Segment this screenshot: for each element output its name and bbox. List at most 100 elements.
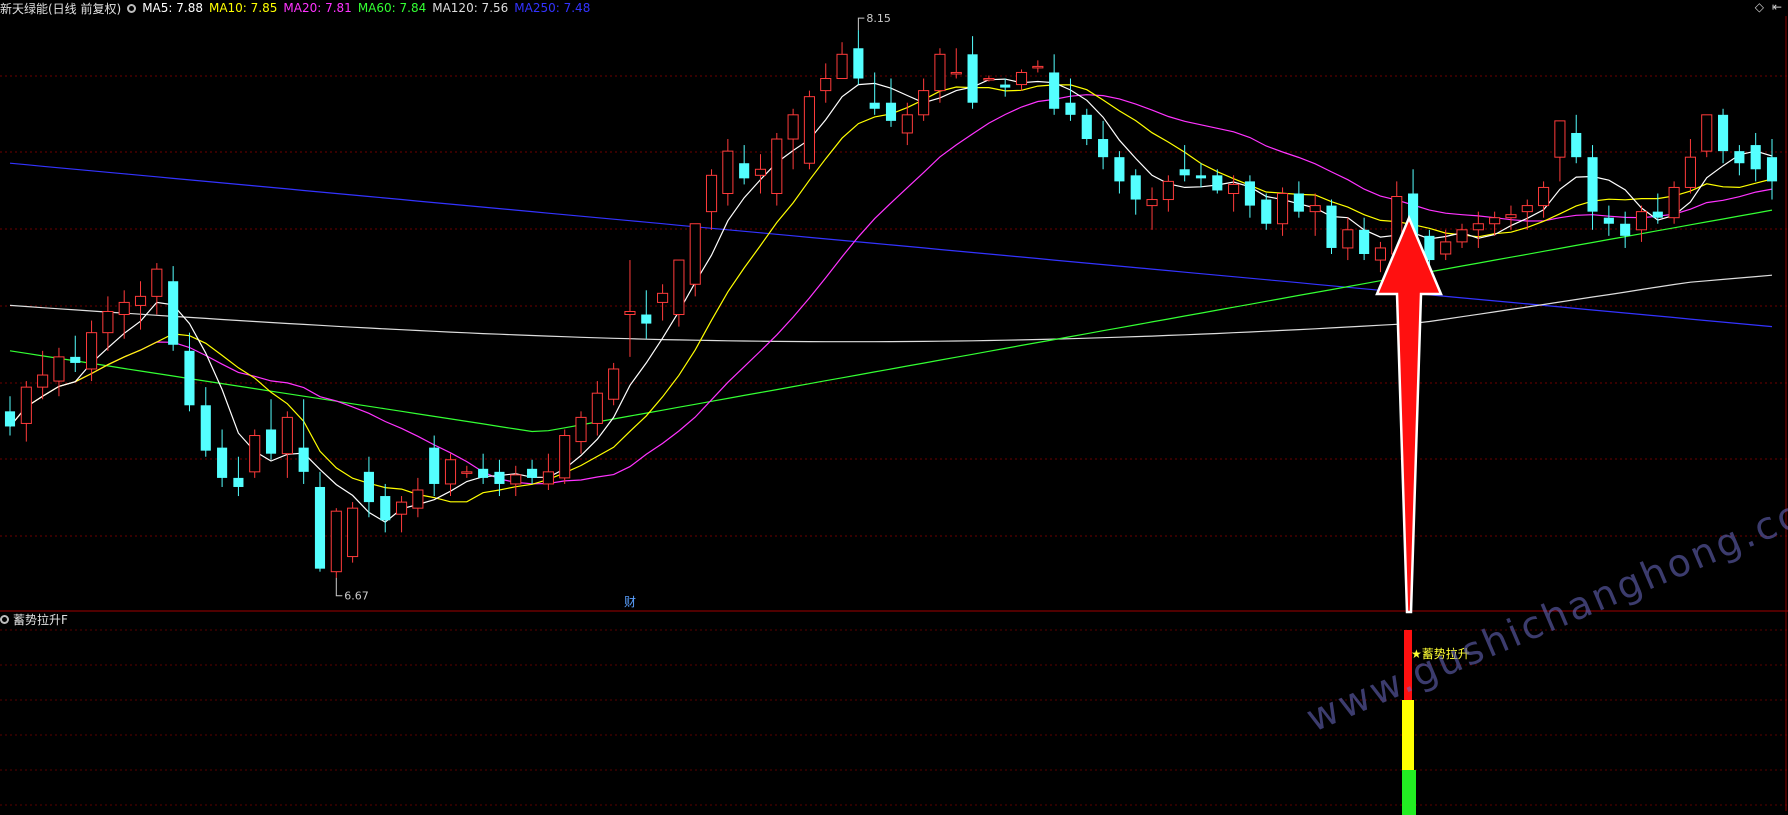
indicator-bar-green (1402, 770, 1416, 815)
candle-down (1587, 157, 1598, 212)
high-price-label: 8.15 (866, 12, 891, 25)
candle-up (722, 150, 734, 194)
candle-up (559, 435, 571, 479)
candle-down (494, 471, 505, 484)
candle-down (184, 350, 195, 406)
candle-up (787, 114, 799, 140)
candle-down (363, 471, 374, 503)
candle-up (1489, 217, 1501, 225)
candle-down (217, 447, 228, 478)
candle-down (1179, 169, 1190, 176)
candle-up (412, 489, 424, 509)
candle-up (1440, 241, 1452, 255)
candle-up (591, 392, 603, 424)
candle-up (1276, 192, 1289, 225)
candle-up (1684, 156, 1696, 188)
candle-up (1668, 186, 1680, 219)
candle-up (983, 78, 995, 81)
candle-up (1228, 183, 1240, 194)
candle-up (1162, 180, 1174, 201)
candle-down (298, 447, 309, 472)
candle-up (1146, 199, 1158, 207)
candle-up (1521, 205, 1533, 213)
candle-up (836, 53, 848, 80)
candle-down (1359, 229, 1370, 254)
candle-down (70, 356, 81, 363)
ma60-line (9, 209, 1773, 433)
candle-down (1065, 102, 1076, 115)
candle-up (330, 510, 342, 573)
candle-down (1244, 181, 1255, 206)
candle-down (1261, 199, 1272, 224)
ma5-line (9, 78, 1773, 523)
candle-down (853, 48, 864, 79)
candle-down (429, 447, 440, 484)
indicator-title: 蓄势拉升F (13, 612, 68, 627)
candle-down (4, 411, 16, 427)
candle-up (1015, 71, 1028, 86)
candle-down (233, 477, 244, 487)
candle-up (20, 386, 32, 424)
candle-down (1652, 211, 1663, 218)
candle-up (510, 474, 522, 485)
candle-up (1342, 229, 1354, 249)
candle-down (1571, 132, 1582, 158)
candle-up (395, 501, 408, 515)
candle-up (1505, 214, 1517, 219)
candle-up (1635, 211, 1648, 231)
low-marker (335, 577, 343, 597)
candle-up (134, 295, 147, 306)
candle-up (771, 138, 783, 194)
candle-up (1456, 229, 1468, 243)
candle-down (265, 429, 277, 454)
candle-down (1766, 157, 1778, 182)
candle-up (901, 114, 913, 134)
candle-up (347, 507, 359, 558)
candle-up (1309, 205, 1321, 213)
candle-up (918, 90, 930, 116)
signal-arrow (1375, 214, 1443, 614)
candle-down (1326, 205, 1337, 248)
candle-up (673, 259, 685, 316)
candle-up (281, 416, 293, 455)
candle-down (1293, 193, 1304, 212)
candle-down (527, 468, 538, 478)
candle-down (1000, 84, 1011, 88)
ma20-line (9, 94, 1773, 485)
candle-up (820, 78, 832, 92)
candle-up (444, 459, 457, 485)
indicator-bar-yellow (1402, 700, 1414, 770)
candle-down (168, 281, 179, 345)
candle-up (118, 301, 130, 316)
finance-marker: 财 (624, 595, 636, 609)
candle-down (739, 163, 750, 179)
candle-up (151, 268, 163, 297)
candle-down (1620, 223, 1631, 236)
candle-up (1374, 247, 1387, 261)
candle-up (657, 292, 669, 303)
candle-down (314, 486, 326, 569)
candle-up (86, 332, 98, 370)
low-price-label: 6.67 (344, 590, 369, 603)
candle-down (1717, 114, 1729, 152)
candle-up (575, 416, 587, 443)
candle-up (705, 174, 718, 213)
candle-up (37, 374, 49, 388)
candle-up (754, 168, 767, 176)
candle-up (1554, 120, 1566, 158)
chart-stage: 新天绿能(日线 前复权) MA5: 7.88 MA10: 7.85 MA20: … (0, 0, 1788, 815)
ma250-line (9, 162, 1773, 328)
indicator-visibility-icon[interactable] (0, 614, 9, 624)
candle-up (1701, 114, 1713, 152)
indicator-panel-header: 蓄势拉升F (0, 611, 68, 627)
high-marker (857, 17, 865, 31)
candle-down (200, 405, 211, 451)
candle-down (641, 314, 652, 324)
candle-up (608, 368, 620, 400)
candle-down (1049, 72, 1060, 109)
candle-down (885, 102, 897, 121)
candle-down (1734, 151, 1745, 164)
candle-up (249, 435, 261, 473)
candle-up (53, 356, 65, 382)
candle-down (1114, 157, 1125, 182)
